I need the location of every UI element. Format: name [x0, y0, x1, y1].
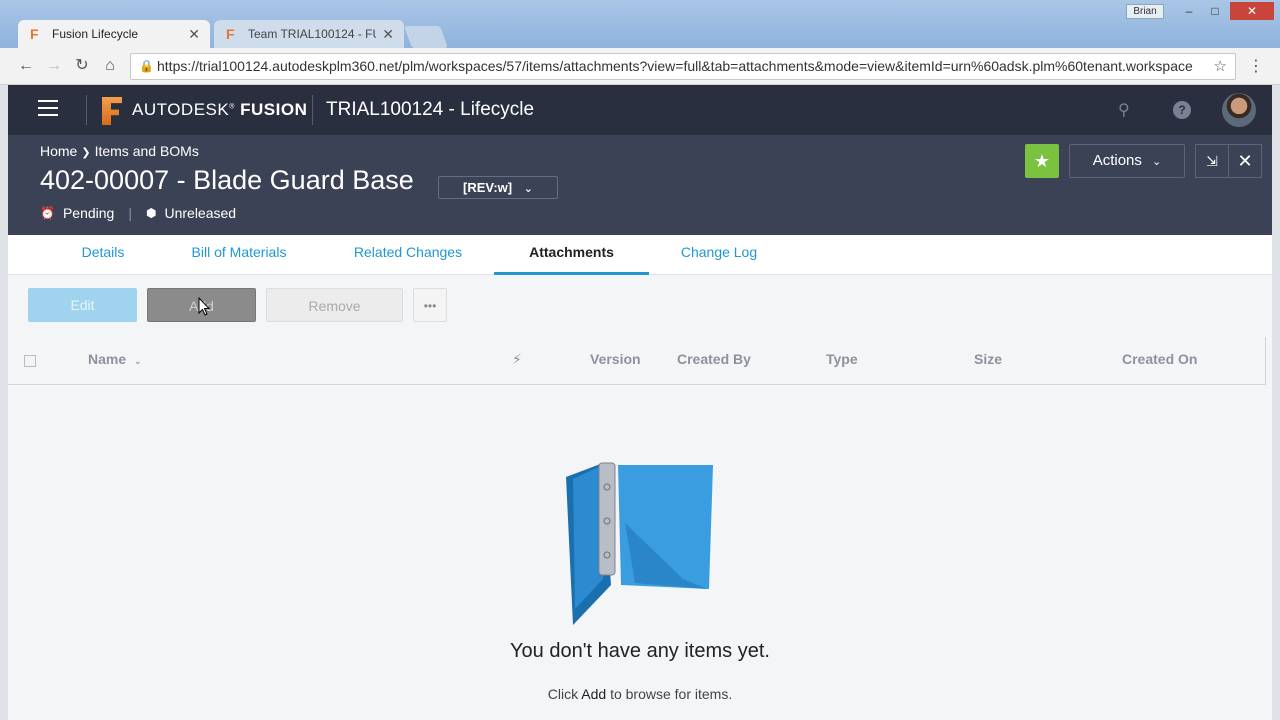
column-name-label: Name: [88, 351, 127, 367]
lock-icon: 🔒: [139, 59, 154, 73]
new-tab-button[interactable]: [403, 26, 449, 48]
release-status: Unreleased: [164, 205, 237, 221]
alarm-clock-icon: ⏰: [40, 206, 55, 220]
column-size[interactable]: Size: [974, 351, 1002, 367]
address-bar[interactable]: 🔒 https://trial100124.autodeskplm360.net…: [130, 53, 1236, 80]
fusion-app: AUTODESK® FUSION TRIAL100124 - Lifecycle…: [8, 85, 1272, 720]
column-name[interactable]: Name ⌄: [88, 351, 142, 367]
more-options-button[interactable]: •••: [413, 288, 447, 322]
workflow-status: Pending: [62, 205, 115, 221]
browser-user-chip[interactable]: Brian: [1126, 4, 1164, 19]
tab-attachments[interactable]: Attachments: [494, 235, 649, 275]
breadcrumb-items-boms[interactable]: Items and BOMs: [95, 143, 199, 159]
empty-binder-icon: [566, 462, 713, 625]
forward-arrow-icon[interactable]: →: [44, 56, 64, 76]
empty-hint-keyword: Add: [581, 686, 607, 702]
revision-label: [REV:w]: [463, 180, 513, 195]
maximize-icon[interactable]: □: [1202, 2, 1228, 20]
actions-label: Actions: [1092, 152, 1142, 169]
tab-change-log[interactable]: Change Log: [669, 235, 769, 275]
empty-hint-prefix: Click: [547, 686, 579, 702]
lock-column-icon: ⚡: [512, 351, 522, 367]
cube-icon: ⬢: [145, 206, 157, 220]
tenant-name[interactable]: TRIAL100124 - Lifecycle: [326, 99, 534, 121]
item-tabs: Details Bill of Materials Related Change…: [8, 235, 1272, 275]
search-icon[interactable]: ⚲: [1118, 100, 1130, 120]
home-icon[interactable]: ⌂: [100, 56, 120, 76]
chevron-right-icon: ❯: [81, 147, 91, 159]
url-text: https://trial100124.autodeskplm360.net/p…: [157, 58, 1193, 74]
page-title: 402-00007 - Blade Guard Base: [40, 165, 414, 195]
brand-light: AUTODESK: [132, 100, 230, 119]
empty-hint-suffix: to browse for items.: [610, 686, 733, 702]
empty-state-title: You don't have any items yet.: [510, 640, 770, 662]
column-type[interactable]: Type: [826, 351, 858, 367]
remove-button[interactable]: Remove: [266, 288, 403, 322]
browser-tab-team[interactable]: F Team TRIAL100124 - FUS ✕: [214, 20, 404, 48]
avatar[interactable]: [1222, 93, 1256, 127]
table-divider: [1265, 337, 1266, 385]
column-version[interactable]: Version: [590, 351, 641, 367]
tab-close-icon[interactable]: ✕: [382, 26, 394, 43]
fusion-favicon-icon: F: [226, 26, 235, 42]
divider: [86, 95, 87, 125]
mouse-cursor-icon: [198, 297, 210, 316]
browser-toolbar: ← → ↻ ⌂ 🔒 https://trial100124.autodeskpl…: [0, 48, 1280, 85]
item-header: Home ❯ Items and BOMs 402-00007 - Blade Gu…: [8, 135, 1272, 235]
select-all-checkbox[interactable]: [24, 355, 36, 367]
actions-button[interactable]: Actions ⌄: [1069, 144, 1185, 178]
tab-related-changes[interactable]: Related Changes: [342, 235, 474, 275]
attachments-table-header: Name ⌄ ⚡ Version Created By Type Size Cr…: [8, 337, 1266, 385]
breadcrumb: Home ❯ Items and BOMs: [40, 143, 199, 159]
fusion-favicon-icon: F: [30, 26, 39, 42]
reload-icon[interactable]: ↻: [72, 56, 92, 76]
tab-label: Fusion Lifecycle: [52, 27, 139, 41]
browser-menu-icon[interactable]: ⋮: [1248, 56, 1264, 76]
sort-chevron-icon: ⌄: [134, 356, 142, 366]
column-created-by[interactable]: Created By: [677, 351, 751, 367]
tab-bill-of-materials[interactable]: Bill of Materials: [176, 235, 302, 275]
bookmark-star-icon[interactable]: ☆: [1214, 54, 1227, 79]
empty-state-hint: Click Add to browse for items.: [8, 686, 1272, 702]
column-created-on[interactable]: Created On: [1122, 351, 1197, 367]
tab-close-icon[interactable]: ✕: [188, 26, 200, 43]
divider: |: [128, 205, 132, 221]
revision-dropdown[interactable]: [REV:w] ⌄: [438, 176, 558, 199]
fusion-logo-icon: [102, 97, 122, 125]
window-close-icon[interactable]: ✕: [1230, 2, 1274, 20]
status-row: ⏰ Pending | ⬢ Unreleased: [40, 205, 236, 221]
back-arrow-icon[interactable]: ←: [16, 56, 36, 76]
hamburger-menu-icon[interactable]: [38, 100, 58, 116]
edit-button[interactable]: Edit: [28, 288, 137, 322]
app-top-bar: AUTODESK® FUSION TRIAL100124 - Lifecycle…: [8, 85, 1272, 135]
tab-label: Team TRIAL100124 - FUS: [248, 27, 377, 41]
browser-tab-fusion-lifecycle[interactable]: F Fusion Lifecycle ✕: [18, 20, 210, 48]
favorite-star-button[interactable]: ★: [1025, 144, 1059, 178]
chevron-down-icon: ⌄: [523, 183, 533, 195]
chevron-down-icon: ⌄: [1152, 156, 1162, 168]
brand-bold: FUSION: [240, 100, 308, 119]
collapse-icon[interactable]: ⇲: [1195, 144, 1229, 178]
close-icon[interactable]: ✕: [1228, 144, 1262, 178]
help-icon[interactable]: ?: [1173, 101, 1191, 119]
brand-name: AUTODESK® FUSION: [132, 100, 308, 119]
tab-details[interactable]: Details: [68, 235, 138, 275]
divider: [312, 95, 313, 125]
minimize-icon[interactable]: –: [1176, 2, 1202, 20]
breadcrumb-home[interactable]: Home: [40, 143, 77, 159]
browser-titlebar: F Fusion Lifecycle ✕ F Team TRIAL100124 …: [0, 0, 1280, 48]
